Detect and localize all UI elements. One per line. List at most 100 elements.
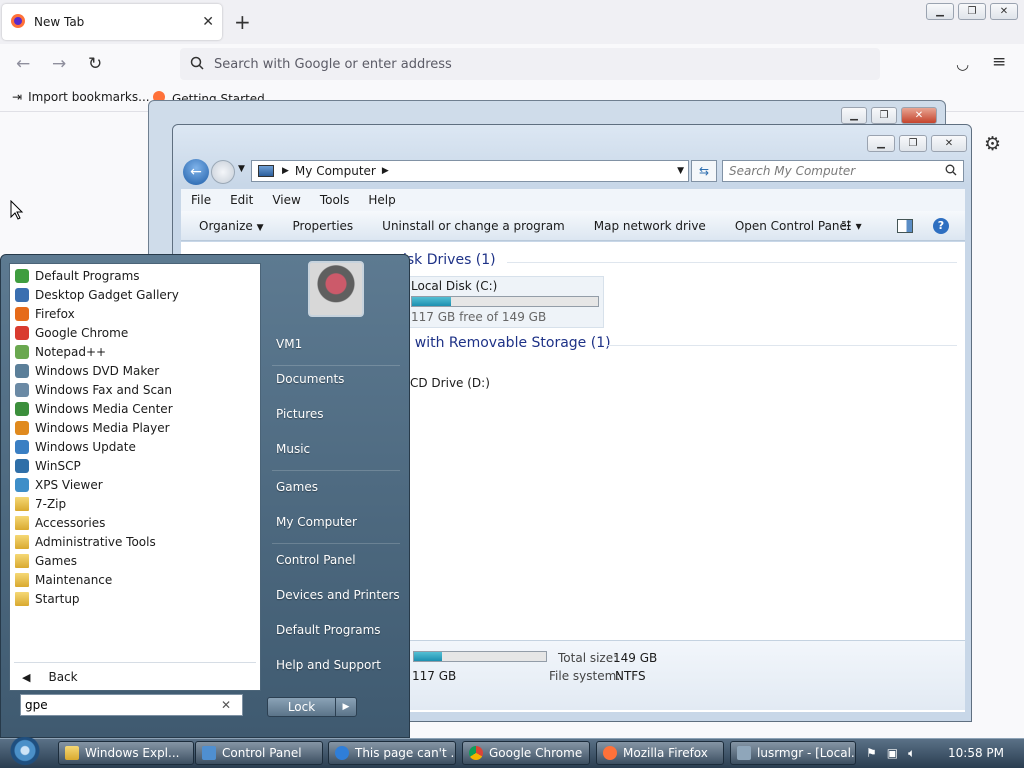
- start-right-item[interactable]: Control Panel: [276, 553, 356, 567]
- menu-help[interactable]: Help: [368, 193, 395, 207]
- program-label: XPS Viewer: [35, 477, 103, 492]
- preview-pane-icon[interactable]: [897, 218, 913, 233]
- start-search-input[interactable]: [21, 695, 217, 715]
- program-item[interactable]: Google Chrome: [13, 323, 257, 342]
- start-right-item[interactable]: Music: [276, 442, 310, 456]
- explorer-close-button[interactable]: ✕: [931, 135, 967, 152]
- explorer-back-button[interactable]: ←: [183, 159, 209, 185]
- change-view-icon[interactable]: ☷ ▾: [841, 219, 862, 233]
- taskbar-label: Google Chrome: [489, 746, 583, 760]
- close-button[interactable]: ✕: [990, 3, 1018, 20]
- hamburger-menu-icon[interactable]: ≡: [992, 52, 1006, 72]
- program-item[interactable]: Desktop Gadget Gallery: [13, 285, 257, 304]
- removable-storage-heading[interactable]: s with Removable Storage (1): [403, 335, 611, 351]
- action-center-icon[interactable]: ⚑: [866, 746, 877, 760]
- minimize-button[interactable]: ▁: [926, 3, 954, 20]
- folder-item[interactable]: Accessories: [13, 513, 257, 532]
- bg-restore-button[interactable]: ❐: [871, 107, 897, 124]
- volume-icon[interactable]: 🔈︎: [908, 746, 915, 761]
- refresh-icon[interactable]: ⇆: [691, 160, 717, 182]
- taskbar-mozilla-firefox[interactable]: Mozilla Firefox: [596, 741, 724, 765]
- explorer-forward-button[interactable]: [211, 160, 235, 184]
- open-control-panel-button[interactable]: Open Control Panel: [735, 219, 850, 233]
- clear-search-icon[interactable]: ✕: [221, 698, 231, 712]
- explorer-search-box[interactable]: [722, 160, 964, 182]
- pocket-icon[interactable]: ◡: [956, 55, 969, 73]
- uninstall-program-button[interactable]: Uninstall or change a program: [382, 219, 565, 233]
- menu-file[interactable]: File: [191, 193, 211, 207]
- back-button[interactable]: ◀ Back: [22, 670, 78, 684]
- explorer-address-bar[interactable]: ▶ My Computer ▶ ▼: [251, 160, 689, 182]
- folder-item[interactable]: Games: [13, 551, 257, 570]
- menu-tools[interactable]: Tools: [320, 193, 350, 207]
- program-item[interactable]: Windows DVD Maker: [13, 361, 257, 380]
- folder-item[interactable]: Startup: [13, 589, 257, 608]
- breadcrumb-arrow-icon[interactable]: ▶: [382, 166, 389, 176]
- organize-button[interactable]: Organize ▼: [199, 219, 264, 233]
- taskbar-clock[interactable]: 10:58 PM: [948, 746, 1004, 760]
- explorer-minimize-button[interactable]: ▁: [867, 135, 895, 152]
- folder-item[interactable]: Maintenance: [13, 570, 257, 589]
- start-right-item[interactable]: Default Programs: [276, 623, 381, 637]
- program-item[interactable]: Windows Media Center: [13, 399, 257, 418]
- menu-edit[interactable]: Edit: [230, 193, 253, 207]
- taskbar-lusrmgr[interactable]: lusrmgr - [Local...: [730, 741, 856, 765]
- recent-pages-chevron-icon[interactable]: ▼: [238, 164, 245, 174]
- start-right-item[interactable]: Pictures: [276, 407, 324, 421]
- help-icon[interactable]: ?: [933, 217, 949, 234]
- taskbar-windows-explorer[interactable]: Windows Expl...: [58, 741, 194, 765]
- start-search-box[interactable]: ✕: [20, 694, 243, 716]
- program-item[interactable]: Windows Update: [13, 437, 257, 456]
- properties-button[interactable]: Properties: [293, 219, 354, 233]
- url-bar[interactable]: [180, 48, 880, 80]
- new-tab-button[interactable]: +: [234, 10, 251, 34]
- back-arrow-icon[interactable]: ←: [16, 54, 30, 74]
- folder-item[interactable]: Administrative Tools: [13, 532, 257, 551]
- address-dropdown-icon[interactable]: ▼: [677, 166, 684, 176]
- reload-icon[interactable]: ↻: [88, 54, 102, 74]
- explorer-restore-button[interactable]: ❐: [899, 135, 927, 152]
- import-bookmarks-link[interactable]: ⇥ Import bookmarks...: [12, 90, 150, 104]
- tab-close-icon[interactable]: ✕: [202, 14, 214, 30]
- program-item[interactable]: Default Programs: [13, 266, 257, 285]
- program-item[interactable]: XPS Viewer: [13, 475, 257, 494]
- taskbar-internet-explorer[interactable]: This page can't ...: [328, 741, 456, 765]
- internet-explorer-icon: [335, 746, 349, 760]
- explorer-search-input[interactable]: [723, 161, 933, 181]
- start-right-item[interactable]: Devices and Printers: [276, 588, 400, 602]
- network-icon[interactable]: ▣: [887, 746, 898, 760]
- start-right-item[interactable]: Help and Support: [276, 658, 381, 672]
- map-network-drive-button[interactable]: Map network drive: [594, 219, 706, 233]
- url-input[interactable]: [214, 56, 814, 72]
- program-item[interactable]: WinSCP: [13, 456, 257, 475]
- lock-button[interactable]: Lock ▶: [267, 697, 357, 717]
- breadcrumb-arrow-icon: ▶: [282, 166, 289, 176]
- program-item[interactable]: Firefox: [13, 304, 257, 323]
- restore-button[interactable]: ❐: [958, 3, 986, 20]
- program-item[interactable]: Windows Fax and Scan: [13, 380, 257, 399]
- taskbar-google-chrome[interactable]: Google Chrome: [462, 741, 590, 765]
- tab-new-tab[interactable]: New Tab ✕: [2, 4, 222, 40]
- program-item[interactable]: Notepad++: [13, 342, 257, 361]
- taskbar-control-panel[interactable]: Control Panel: [195, 741, 323, 765]
- start-right-item[interactable]: Documents: [276, 372, 344, 386]
- bg-minimize-button[interactable]: ▁: [841, 107, 867, 124]
- folder-item[interactable]: 7-Zip: [13, 494, 257, 513]
- taskbar-label: Windows Expl...: [85, 746, 180, 760]
- drive-d-name[interactable]: CD Drive (D:): [410, 376, 490, 390]
- bg-close-button[interactable]: ✕: [901, 107, 937, 124]
- drive-c-tile[interactable]: Local Disk (C:) 117 GB free of 149 GB: [408, 276, 604, 328]
- start-right-item[interactable]: Games: [276, 480, 318, 494]
- start-button[interactable]: [6, 737, 44, 767]
- user-picture[interactable]: [308, 261, 364, 317]
- hard-disk-drives-heading[interactable]: isk Drives (1): [403, 252, 496, 268]
- gear-icon[interactable]: ⚙: [984, 133, 1001, 155]
- breadcrumb-my-computer[interactable]: My Computer: [295, 164, 376, 178]
- forward-arrow-icon[interactable]: →: [52, 54, 66, 74]
- start-right-item[interactable]: My Computer: [276, 515, 357, 529]
- start-right-item[interactable]: VM1: [276, 337, 302, 351]
- program-item[interactable]: Windows Media Player: [13, 418, 257, 437]
- menu-view[interactable]: View: [272, 193, 300, 207]
- search-icon[interactable]: [945, 164, 957, 179]
- shutdown-options-arrow-icon[interactable]: ▶: [336, 698, 356, 716]
